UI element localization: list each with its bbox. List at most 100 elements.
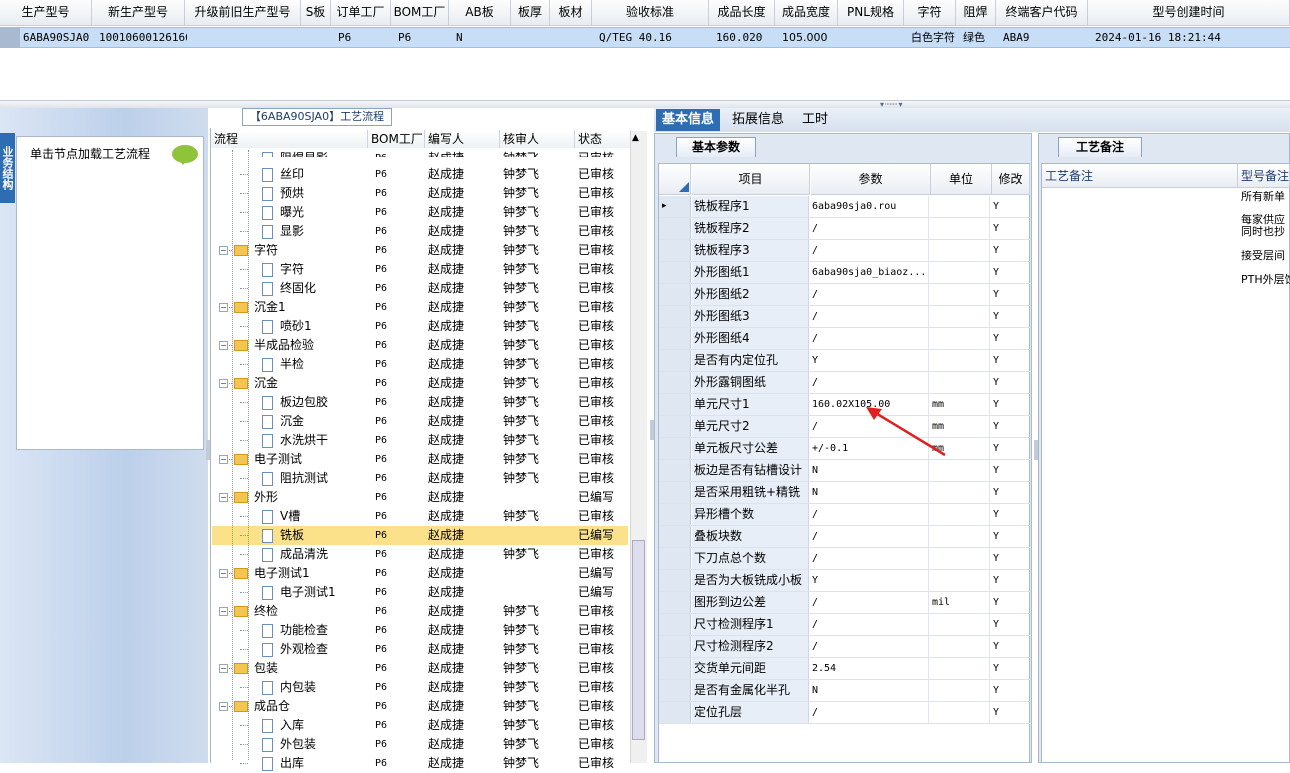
tree-node-label[interactable]: 显影: [280, 222, 304, 241]
top-cell[interactable]: 105.000: [779, 27, 840, 48]
tree-row[interactable]: − 电子测试1 P6 赵成捷 已编写: [212, 564, 628, 583]
params-col-item[interactable]: 项目: [692, 164, 810, 195]
param-value[interactable]: /: [810, 702, 929, 723]
tree-row[interactable]: − 外形 P6 赵成捷 已编写: [212, 488, 628, 507]
tab-basic-params[interactable]: 基本参数: [676, 137, 756, 157]
param-modify[interactable]: Y: [991, 394, 1029, 415]
tree-row[interactable]: 半检 P6 赵成捷 钟梦飞 已审核: [212, 355, 628, 374]
param-modify[interactable]: Y: [991, 240, 1029, 261]
param-value[interactable]: /: [810, 284, 929, 305]
tab-work-hours[interactable]: 工时: [796, 109, 834, 131]
tree-row[interactable]: 水洗烘干 P6 赵成捷 钟梦飞 已审核: [212, 431, 628, 450]
tree-col-header[interactable]: 流程: [211, 130, 368, 148]
tree-row[interactable]: 喷砂1 P6 赵成捷 钟梦飞 已审核: [212, 317, 628, 336]
top-cell[interactable]: ABA9: [1000, 27, 1090, 48]
param-value[interactable]: /: [810, 240, 929, 261]
tree-node-label[interactable]: 终固化: [280, 279, 316, 298]
top-col-header[interactable]: 成品长度: [709, 0, 775, 26]
collapse-toggle-icon[interactable]: −: [219, 341, 228, 350]
tree-scrollbar-thumb[interactable]: [632, 540, 645, 740]
tree-node-label[interactable]: 沉金1: [254, 298, 286, 317]
row-selector[interactable]: [659, 658, 691, 679]
tree-node-label[interactable]: 板边包胶: [280, 393, 328, 412]
row-selector[interactable]: [659, 350, 691, 371]
params-row[interactable]: 单元尺寸1 160.02X105.00 mm Y: [659, 394, 1030, 416]
row-selector[interactable]: [659, 438, 691, 459]
tree-row[interactable]: 成品清洗 P6 赵成捷 钟梦飞 已审核: [212, 545, 628, 564]
remark-col-process[interactable]: 工艺备注: [1042, 164, 1238, 188]
tab-process-remark[interactable]: 工艺备注: [1058, 137, 1142, 157]
param-modify[interactable]: Y: [991, 328, 1029, 349]
row-selector[interactable]: [659, 680, 691, 701]
tree-row[interactable]: 板边包胶 P6 赵成捷 钟梦飞 已审核: [212, 393, 628, 412]
top-col-header[interactable]: 阻焊: [956, 0, 996, 26]
row-selector[interactable]: [659, 570, 691, 591]
tree-col-header[interactable]: BOM工厂: [368, 130, 425, 148]
top-col-header[interactable]: 验收标准: [592, 0, 709, 26]
tree-node-label[interactable]: 字符: [254, 241, 278, 260]
top-col-header[interactable]: 终端客户代码: [996, 0, 1088, 26]
tree-row[interactable]: 曝光 P6 赵成捷 钟梦飞 已审核: [212, 203, 628, 222]
top-col-header[interactable]: 型号创建时间: [1088, 0, 1290, 26]
tree-row[interactable]: 显影 P6 赵成捷 钟梦飞 已审核: [212, 222, 628, 241]
top-cell[interactable]: N: [453, 27, 513, 48]
tab-basic-info[interactable]: 基本信息: [656, 109, 721, 131]
param-value[interactable]: /: [810, 306, 929, 327]
tree-col-header[interactable]: 编写人: [425, 130, 500, 148]
row-selector[interactable]: [659, 548, 691, 569]
row-selector[interactable]: [659, 372, 691, 393]
top-col-header[interactable]: 板厚: [511, 0, 550, 26]
top-cell[interactable]: 160.020: [713, 27, 777, 48]
tree-node-label[interactable]: 阻抗测试: [280, 469, 328, 488]
row-selector[interactable]: [659, 394, 691, 415]
param-modify[interactable]: Y: [991, 460, 1029, 481]
horizontal-splitter[interactable]: [0, 100, 1290, 108]
params-row[interactable]: 外形图纸2/ Y: [659, 284, 1030, 306]
param-value[interactable]: /: [810, 548, 929, 569]
param-value[interactable]: Y: [810, 570, 929, 591]
param-modify[interactable]: Y: [991, 548, 1029, 569]
top-col-header[interactable]: 板材: [550, 0, 592, 26]
row-selector[interactable]: [659, 262, 691, 283]
row-selector[interactable]: [659, 482, 691, 503]
params-row[interactable]: 交货单元间距 2.54 Y: [659, 658, 1030, 680]
tree-row[interactable]: 终固化 P6 赵成捷 钟梦飞 已审核: [212, 279, 628, 298]
collapse-toggle-icon[interactable]: −: [219, 569, 228, 578]
param-value[interactable]: 6aba90sja0.rou: [810, 196, 929, 217]
tree-row[interactable]: 沉金 P6 赵成捷 钟梦飞 已审核: [212, 412, 628, 431]
params-row[interactable]: 尺寸检测程序1/ Y: [659, 614, 1030, 636]
tree-row[interactable]: − 字符 P6 赵成捷 钟梦飞 已审核: [212, 241, 628, 260]
tree-row[interactable]: − 电子测试 P6 赵成捷 钟梦飞 已审核: [212, 450, 628, 469]
row-selector[interactable]: [659, 416, 691, 437]
param-value[interactable]: /: [810, 592, 929, 613]
tree-node-label[interactable]: 外形: [254, 488, 278, 507]
param-value[interactable]: /: [810, 504, 929, 525]
params-row[interactable]: 是否采用粗铣+精铣 N Y: [659, 482, 1030, 504]
tree-row[interactable]: 电子测试1 P6 赵成捷 已编写: [212, 583, 628, 602]
row-selector[interactable]: [659, 702, 691, 723]
tree-node-label[interactable]: 电子测试: [254, 450, 302, 469]
tree-node-label[interactable]: 外包装: [280, 735, 316, 754]
tree-row[interactable]: 阻焊显影 P6 赵成捷 钟梦飞 已审核: [212, 149, 628, 157]
tree-row[interactable]: 内包装 P6 赵成捷 钟梦飞 已审核: [212, 678, 628, 697]
tree-node-label[interactable]: 包装: [254, 659, 278, 678]
params-row[interactable]: 是否有内定位孔 Y Y: [659, 350, 1030, 372]
params-row[interactable]: 单元尺寸2/mm Y: [659, 416, 1030, 438]
row-selector[interactable]: [659, 526, 691, 547]
param-modify[interactable]: Y: [991, 482, 1029, 503]
row-selector[interactable]: [659, 284, 691, 305]
top-cell[interactable]: [189, 27, 303, 48]
tree-row[interactable]: − 半成品检验 P6 赵成捷 钟梦飞 已审核: [212, 336, 628, 355]
tree-row[interactable]: − 成品仓 P6 赵成捷 钟梦飞 已审核: [212, 697, 628, 716]
collapse-toggle-icon[interactable]: −: [219, 455, 228, 464]
param-value[interactable]: N: [810, 680, 929, 701]
top-col-header[interactable]: 订单工厂: [331, 0, 391, 26]
row-selector[interactable]: [659, 614, 691, 635]
param-modify[interactable]: Y: [991, 350, 1029, 371]
tree-node-label[interactable]: 电子测试1: [280, 583, 336, 602]
param-modify[interactable]: Y: [991, 504, 1029, 525]
tree-row[interactable]: 字符 P6 赵成捷 钟梦飞 已审核: [212, 260, 628, 279]
tree-node-label[interactable]: 功能检查: [280, 621, 328, 640]
param-modify[interactable]: Y: [991, 636, 1029, 657]
tree-node-label[interactable]: 外观检查: [280, 640, 328, 659]
